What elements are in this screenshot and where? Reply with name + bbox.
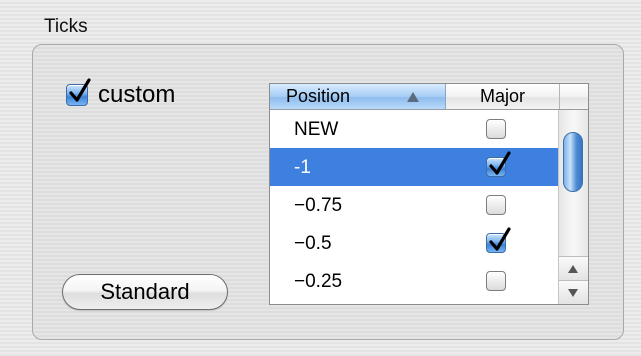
- sort-ascending-icon: [407, 92, 419, 102]
- checkmark-icon: [489, 227, 511, 251]
- major-checkbox[interactable]: [486, 119, 506, 139]
- major-checkbox[interactable]: [486, 227, 511, 253]
- position-cell: −0.5: [294, 233, 332, 254]
- major-checkbox[interactable]: [486, 271, 506, 291]
- position-cell: −0.75: [294, 195, 343, 216]
- table-row[interactable]: −0.25: [270, 262, 558, 300]
- header-corner: [560, 84, 588, 109]
- ticks-group-title: Ticks: [44, 16, 88, 37]
- position-cell: NEW: [294, 119, 339, 140]
- arrow-up-icon: [568, 265, 578, 273]
- scroll-down-button[interactable]: [559, 280, 588, 304]
- table-row-selected[interactable]: -1: [270, 148, 558, 186]
- column-header-position[interactable]: Position: [270, 84, 446, 109]
- table-header: Position Major: [270, 84, 588, 110]
- position-cell: -1: [294, 157, 311, 178]
- checkmark-icon: [489, 151, 511, 175]
- checkmark-icon: [69, 78, 91, 102]
- position-cell: −0.25: [294, 271, 343, 292]
- table-row[interactable]: NEW: [270, 110, 558, 148]
- table-rows: NEW -1 −0.75 −0.5 −0.25: [270, 110, 558, 300]
- table-row[interactable]: −0.5: [270, 224, 558, 262]
- arrow-down-icon: [568, 289, 578, 297]
- custom-label[interactable]: custom: [98, 81, 175, 109]
- major-checkbox[interactable]: [486, 151, 511, 177]
- vertical-scrollbar[interactable]: [558, 110, 588, 304]
- scrollbar-thumb[interactable]: [563, 132, 583, 192]
- scroll-up-button[interactable]: [559, 256, 588, 280]
- column-header-major[interactable]: Major: [446, 84, 560, 109]
- table-row[interactable]: −0.75: [270, 186, 558, 224]
- standard-button[interactable]: Standard: [62, 274, 228, 310]
- custom-checkbox[interactable]: [66, 78, 91, 106]
- column-header-label: Position: [286, 86, 351, 106]
- ticks-table: Position Major NEW -1 −0.75 −0.5 −0.25: [269, 83, 589, 305]
- major-checkbox[interactable]: [486, 195, 506, 215]
